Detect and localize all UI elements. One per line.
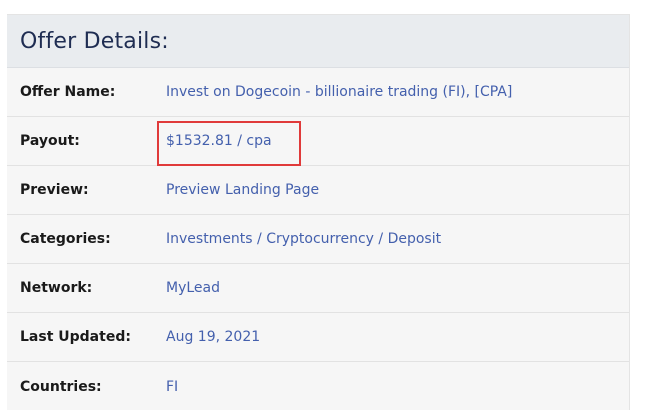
payout-row: Payout: $1532.81 / cpa xyxy=(7,117,629,166)
preview-label: Preview: xyxy=(20,182,89,198)
network-link[interactable]: MyLead xyxy=(166,280,220,296)
last-updated-row: Last Updated: Aug 19, 2021 xyxy=(7,313,629,362)
page-title: Offer Details: xyxy=(20,28,169,54)
offer-details-card: Offer Details: Offer Name: Invest on Dog… xyxy=(7,14,630,410)
offer-name-row: Offer Name: Invest on Dogecoin - billion… xyxy=(7,68,629,117)
countries-value: FI xyxy=(166,378,179,395)
network-row: Network: MyLead xyxy=(7,264,629,313)
offer-name-value: Invest on Dogecoin - billionaire trading… xyxy=(166,84,513,100)
last-updated-value: Aug 19, 2021 xyxy=(166,329,261,345)
categories-value: Investments / Cryptocurrency / Deposit xyxy=(166,231,442,247)
preview-row: Preview: Preview Landing Page xyxy=(7,166,629,215)
preview-landing-page-link[interactable]: Preview Landing Page xyxy=(166,182,319,198)
payout-value: $1532.81 / cpa xyxy=(166,133,272,149)
countries-row: Countries: FI xyxy=(7,362,629,411)
last-updated-label: Last Updated: xyxy=(20,329,131,345)
network-label: Network: xyxy=(20,280,93,296)
categories-row: Categories: Investments / Cryptocurrency… xyxy=(7,215,629,264)
countries-label: Countries: xyxy=(20,378,102,395)
offer-details-header: Offer Details: xyxy=(7,15,629,68)
categories-label: Categories: xyxy=(20,231,111,247)
offer-name-label: Offer Name: xyxy=(20,84,116,100)
payout-label: Payout: xyxy=(20,133,80,149)
